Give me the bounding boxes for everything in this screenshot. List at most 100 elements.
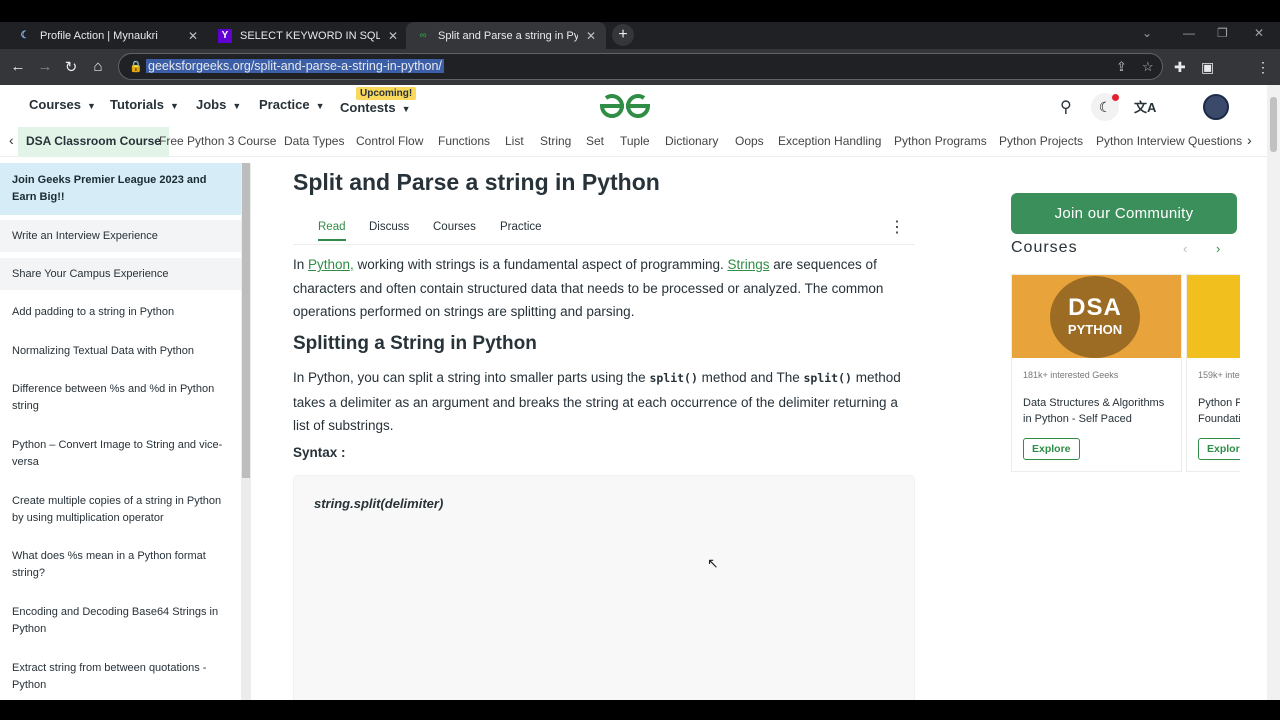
interest-count: 181k+ interested Geeks — [1023, 370, 1119, 380]
carousel-prev-icon[interactable]: ‹ — [1183, 241, 1187, 256]
tab-discuss[interactable]: Discuss — [369, 221, 409, 233]
sidebar-item[interactable]: Difference between %s and %d in Python s… — [0, 381, 241, 415]
tab-strip: ☾ Profile Action | Mynaukri ✕ Y SELECT K… — [0, 22, 1280, 49]
explore-button[interactable]: Explore — [1023, 438, 1080, 460]
page-scrollbar[interactable] — [1267, 85, 1280, 700]
course-name: Data Structures & Algorithms in Python -… — [1023, 397, 1165, 425]
chevron-down-icon: ▼ — [87, 101, 96, 111]
close-tab-icon[interactable]: ✕ — [188, 29, 198, 43]
subnav-item[interactable]: Exception Handling — [778, 134, 881, 148]
sidebar-item[interactable]: Create multiple copies of a string in Py… — [0, 493, 241, 527]
tab-search-icon[interactable]: ⌄ — [1142, 26, 1152, 40]
chevron-down-icon: ▼ — [401, 104, 411, 114]
join-community-button[interactable]: Join our Community — [1011, 193, 1237, 234]
section-heading: Splitting a String in Python — [293, 333, 537, 354]
subnav-item[interactable]: Python Programs — [894, 134, 987, 148]
tab-gfg[interactable]: ∞ Split and Parse a string in Python ✕ — [406, 22, 607, 49]
chevron-right-icon[interactable]: › — [1247, 132, 1252, 148]
mynaukri-icon: ☾ — [20, 30, 30, 41]
restore-icon[interactable]: ❐ — [1217, 26, 1228, 40]
sidebar-item[interactable]: Normalizing Textual Data with Python — [0, 343, 241, 360]
search-icon[interactable]: ⚲ — [1060, 97, 1072, 117]
subnav-item[interactable]: Free Python 3 Course — [159, 134, 276, 148]
sidebar-scroll-thumb[interactable] — [242, 163, 250, 478]
sidebar-promo[interactable]: Join Geeks Premier League 2023 and Earn … — [0, 163, 241, 215]
nav-practice[interactable]: Practice ▼ — [259, 97, 325, 112]
user-avatar[interactable] — [1203, 94, 1229, 120]
translate-icon[interactable]: 文A — [1134, 97, 1156, 116]
close-tab-icon[interactable]: ✕ — [586, 29, 596, 43]
notification-dot — [1112, 94, 1119, 101]
subnav-item[interactable]: Oops — [735, 134, 764, 148]
menu-icon[interactable]: ⋮ — [1256, 59, 1270, 76]
explore-button[interactable]: Explore — [1198, 438, 1240, 460]
yahoo-icon: Y — [218, 28, 232, 43]
page-scroll-thumb[interactable] — [1270, 97, 1277, 152]
chevron-down-icon: ▼ — [315, 101, 325, 111]
sidebar-item[interactable]: Add padding to a string in Python — [0, 304, 241, 321]
new-tab-button[interactable]: + — [612, 24, 634, 46]
tab-practice[interactable]: Practice — [500, 221, 542, 233]
tab-mynaukri[interactable]: ☾ Profile Action | Mynaukri ✕ — [8, 22, 208, 49]
subnav-item[interactable]: Python Interview Questions — [1096, 134, 1242, 148]
subnav-item[interactable]: Functions — [438, 134, 490, 148]
gfg-icon: ∞ — [419, 30, 427, 41]
close-tab-icon[interactable]: ✕ — [388, 29, 398, 43]
subnav-item[interactable]: Control Flow — [356, 134, 423, 148]
tab-yahoo[interactable]: Y SELECT KEYWORD IN SQL - Yahoo ✕ — [208, 22, 408, 49]
more-options-icon[interactable]: ⋮ — [889, 217, 905, 237]
subnav-item[interactable]: List — [505, 134, 524, 148]
close-window-icon[interactable]: ✕ — [1254, 26, 1264, 40]
url-text[interactable]: geeksforgeeks.org/split-and-parse-a-stri… — [146, 59, 444, 73]
tab-read[interactable]: Read — [318, 221, 346, 241]
article-tabs: Read Discuss Courses Practice ⋮ — [293, 211, 915, 245]
chevron-down-icon: ▼ — [232, 101, 242, 111]
site-header: Courses ▼ Tutorials ▼ Jobs ▼ Practice ▼ Cont… — [0, 85, 1267, 127]
subnav-item[interactable]: Tuple — [620, 134, 650, 148]
home-icon[interactable]: ⌂ — [89, 58, 107, 75]
sidebar-item[interactable]: Share Your Campus Experience — [0, 258, 241, 290]
sidebar-item[interactable]: Encoding and Decoding Base64 Strings in … — [0, 604, 241, 638]
address-bar[interactable]: 🔒 geeksforgeeks.org/split-and-parse-a-st… — [118, 53, 1163, 80]
python-link[interactable]: Python, — [308, 257, 354, 272]
sidebar-item[interactable]: What does %s mean in a Python format str… — [0, 548, 241, 582]
strings-link[interactable]: Strings — [727, 257, 769, 272]
nav-tutorials[interactable]: Tutorials ▼ — [110, 97, 179, 112]
courses-carousel: DSA PYTHON 181k+ interested Geeks Data S… — [1011, 274, 1240, 474]
page-title: Split and Parse a string in Python — [293, 169, 660, 195]
extensions-icon[interactable]: ✚ — [1174, 59, 1186, 76]
split-paragraph: In Python, you can split a string into s… — [293, 370, 901, 433]
sidebar-item[interactable]: Write an Interview Experience — [0, 220, 241, 252]
share-icon[interactable]: ⇪ — [1116, 59, 1127, 75]
courses-heading: Courses — [1011, 239, 1078, 256]
code-text: string.split(delimiter) — [314, 496, 444, 511]
subnav-item[interactable]: Python Projects — [999, 134, 1083, 148]
sidebar-item[interactable]: Python – Convert Image to String and vic… — [0, 437, 241, 471]
nav-contests[interactable]: Contests ▼ — [340, 100, 411, 115]
carousel-next-icon[interactable]: › — [1216, 241, 1220, 256]
subnav-dsa-classroom[interactable]: DSA Classroom Course — [18, 127, 169, 157]
minimize-icon[interactable]: — — [1183, 26, 1195, 40]
lock-icon[interactable]: 🔒 — [129, 60, 143, 73]
nav-courses[interactable]: Courses ▼ — [29, 97, 96, 112]
course-card[interactable]: DSA PYTHON 181k+ interested Geeks Data S… — [1011, 274, 1182, 472]
course-card[interactable]: 159k+ interested Geeks Python Programmin… — [1186, 274, 1240, 472]
subnav-item[interactable]: Set — [586, 134, 604, 148]
screen-top-bar — [0, 0, 1280, 22]
chevron-left-icon[interactable]: ‹ — [9, 132, 14, 148]
subnav-item[interactable]: Data Types — [284, 134, 344, 148]
sidebar-scrollbar[interactable] — [241, 163, 251, 700]
forward-icon[interactable]: → — [36, 58, 54, 75]
nav-jobs[interactable]: Jobs ▼ — [196, 97, 241, 112]
bookmark-star-icon[interactable]: ☆ — [1142, 59, 1154, 75]
back-icon[interactable]: ← — [9, 58, 27, 75]
subnav-item[interactable]: String — [540, 134, 571, 148]
side-panel-icon[interactable]: ▣ — [1201, 59, 1214, 76]
browser-toolbar: ← → ↻ ⌂ 🔒 geeksforgeeks.org/split-and-pa… — [0, 49, 1280, 85]
gfg-logo[interactable] — [598, 93, 652, 119]
reload-icon[interactable]: ↻ — [62, 58, 80, 76]
sidebar-item[interactable]: Extract string from between quotations -… — [0, 660, 241, 694]
syntax-label: Syntax : — [293, 445, 346, 460]
subnav-item[interactable]: Dictionary — [665, 134, 718, 148]
tab-courses[interactable]: Courses — [433, 221, 476, 233]
